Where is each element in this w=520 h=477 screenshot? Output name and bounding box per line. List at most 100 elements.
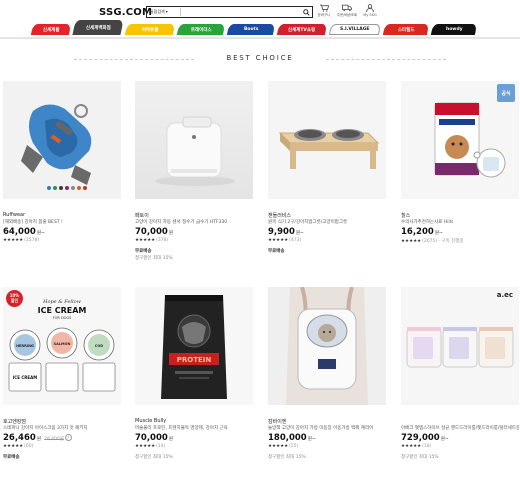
search-category-select[interactable]: 통합검색▾ [147,9,180,15]
product-price: 16,200원~ [401,227,443,237]
tab-boots[interactable]: Boots [226,24,276,35]
product-name[interactable]: [해외배송] 강아지 몸줄 BEST ! [3,219,121,225]
star-icon: ★★★★★ [135,444,156,449]
info-icon[interactable]: i [64,434,72,441]
header: SSG.COM 통합검색▾ 장바구니 주문/배송조회 My SSG [0,0,520,22]
delivery-icon [342,4,352,12]
product-price: 64,000원~ [3,227,45,237]
pet-backpack-image [286,287,368,405]
protein-pouch-image: PROTEIN [161,295,227,399]
search-input[interactable] [180,8,301,16]
product-image[interactable]: PROTEIN [135,287,253,405]
product-name[interactable]: 수의사가추천하는사료 Hills [401,219,519,225]
product-image[interactable]: Hope & Fellow ICE CREAM FOR DOGS HERRING… [3,287,121,405]
product-brand[interactable]: Ruffwear [3,212,25,218]
product-image[interactable]: a.ec [401,287,519,405]
product-brand[interactable]: 캄바이엔 [268,418,286,425]
color-swatches [47,186,87,190]
ice-cream-box-text: ICE CREAM [38,306,87,315]
product-name[interactable]: 아베크 펫템스하이브 살균 핸드드라이룸/펫드라이룸/털터세트중형 [401,425,519,431]
card-discount-info: 청구할인 최대 15% [401,455,439,460]
tab-starfield[interactable]: 스타필드 [382,24,430,35]
color-swatch[interactable] [83,186,87,190]
star-icon: ★★★★★ [401,239,422,244]
my-ssg-button[interactable]: My SSG [357,4,383,17]
ice-cream-flavor-label: HERRING [16,344,34,348]
color-swatch[interactable] [71,186,75,190]
product-image[interactable] [268,81,386,199]
product-brand[interactable]: 호고엔킹덤 [3,418,26,425]
product-rating: ★★★★★(378) [135,238,169,243]
mall-tabs: 신세계몰 신세계백화점 이마트몰 트레이더스 Boots 신세계TV쇼핑 S.I… [30,20,478,38]
star-icon: ★★★★★ [268,238,289,243]
star-icon: ★★★★★ [3,238,24,243]
search-bar: 통합검색▾ [146,6,313,18]
product-rating: ★★★★★(14) [135,444,166,449]
cart-icon [319,4,329,12]
color-swatch[interactable] [59,186,63,190]
product-image[interactable] [3,81,121,199]
star-icon: ★★★★★ [401,444,422,449]
product-brand[interactable]: Muscle Bully [135,418,166,424]
ice-cream-box-sub: FOR DOGS [53,316,72,320]
product-brand[interactable]: 힐스 [401,212,410,219]
card-discount-info: 청구할인 최대 15% [135,455,173,460]
ice-cream-flavor-label: SALMON [54,342,71,346]
product-price: 70,000원 [135,433,173,443]
shipping-info: 무료배송 [135,249,152,254]
my-ssg-label: My SSG [363,13,377,17]
ice-cream-box-text: ICE CREAM [13,375,37,380]
product-brand[interactable]: 챈들러비스 [268,212,291,219]
chevron-down-icon: ▾ [165,9,168,14]
official-badge: 공식 [497,84,515,102]
tab-si-village[interactable]: S.I.VILLAGE [328,24,382,35]
tab-emart-mall[interactable]: 이마트몰 [124,24,176,35]
section-header: BEST CHOICE [0,54,520,64]
card-discount-info: 청구할인 최대 15% [135,256,173,261]
product-image[interactable] [268,287,386,405]
ice-cream-script: Hope & Fellow [42,299,82,305]
product-name[interactable]: 원목 식기 2구/강아지밥그릇/고양이밥그릇 [268,219,386,225]
ssg-logo[interactable]: SSG.COM [99,7,152,18]
product-rating: ★★★★★(60) [3,444,34,449]
shipping-info: 무료배송 [268,249,285,254]
product-rating: ★★★★★(18) [401,444,432,449]
shipping-info: 무료배송 [3,455,20,460]
color-swatch[interactable] [47,186,51,190]
harness-image [21,104,92,185]
card-discount-info: 청구할인 최대 15% [268,455,306,460]
product-name[interactable]: 머슬불리 프로틴, 프렌치불독 영양제, 강아지 근육 [135,425,253,431]
discount-badge: 10% 할인 [6,290,23,307]
section-title: BEST CHOICE [226,54,294,62]
color-swatch[interactable] [77,186,81,190]
star-icon: ★★★★★ [3,444,24,449]
tab-shinsegae-department[interactable]: 신세계백화점 [72,20,124,35]
product-image[interactable]: 공식 [401,81,519,199]
star-icon: ★★★★★ [268,444,289,449]
ice-cream-image: Hope & Fellow ICE CREAM FOR DOGS HERRING… [8,299,116,392]
user-icon [366,4,374,12]
product-brand[interactable]: 페토이 [135,212,149,219]
tab-underline [0,37,520,39]
product-name[interactable]: 스테파니 강아지 아이스크림 3가지 맛 패키지 [3,425,121,431]
product-name[interactable]: 놀방책 고양이 강아지 가방 이동장 이동가방 백팩 캐리어 [268,425,386,431]
product-name[interactable]: 고양이 강아지 자동 센서 정수기 급수기 HTF330 [135,219,253,225]
product-rating: ★★★★★(473) [268,238,302,243]
wooden-bowl-stand-image [278,129,380,169]
color-swatch[interactable] [65,186,69,190]
brand-logo: a.ec [496,291,513,299]
color-swatch[interactable] [53,186,57,190]
tab-shinsegae-tv-shopping[interactable]: 신세계TV쇼핑 [276,24,328,35]
water-fountain-image [155,116,235,186]
tab-shinsegae-mall[interactable]: 신세계몰 [30,24,72,35]
product-price: 26,460원 29,400원 i [3,433,72,443]
pet-dryer-image [406,327,514,368]
product-price: 9,900원~ [268,227,304,237]
tab-traders[interactable]: 트레이더스 [176,24,226,35]
ice-cream-flavor-label: COD [95,344,104,348]
tab-howdy[interactable]: howdy [430,24,478,35]
product-image[interactable] [135,81,253,199]
star-icon: ★★★★★ [135,238,156,243]
product-price: 70,000원 [135,227,173,237]
original-price: 29,400원 [43,437,64,442]
